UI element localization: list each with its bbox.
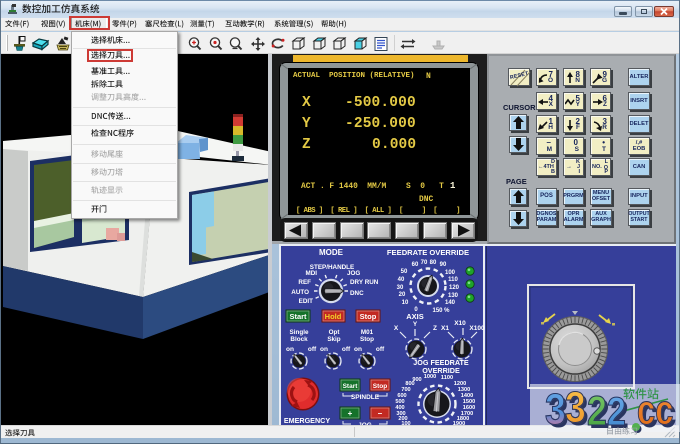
svg-text:MODE: MODE: [319, 248, 344, 257]
svg-text:on: on: [354, 346, 362, 353]
svg-text:Z: Z: [433, 325, 437, 332]
svg-text:FEEDRATE OVERRIDE: FEEDRATE OVERRIDE: [387, 248, 469, 257]
svg-text:Stop: Stop: [360, 336, 374, 343]
svg-text:Start: Start: [343, 383, 359, 390]
svg-text:60: 60: [412, 262, 419, 268]
svg-text:150 %: 150 %: [432, 308, 450, 314]
svg-text:40: 40: [398, 277, 405, 283]
svg-text:M01: M01: [361, 329, 374, 336]
svg-text:AXIS: AXIS: [406, 312, 424, 321]
svg-text:AUTO: AUTO: [291, 289, 309, 296]
svg-text:MDI: MDI: [305, 270, 317, 277]
svg-text:X10: X10: [454, 320, 466, 327]
svg-text:on: on: [320, 346, 328, 353]
svg-text:130: 130: [448, 293, 459, 299]
svg-text:SPINDLE: SPINDLE: [351, 394, 380, 401]
svg-text:50: 50: [401, 269, 408, 275]
svg-text:EDIT: EDIT: [299, 298, 313, 305]
svg-text:Stop: Stop: [360, 312, 377, 321]
svg-text:–: –: [378, 409, 383, 418]
svg-text:off: off: [308, 346, 317, 353]
svg-text:1000: 1000: [424, 374, 436, 380]
svg-text:140: 140: [445, 300, 456, 306]
svg-text:80: 80: [430, 260, 437, 266]
svg-text:Block: Block: [290, 336, 308, 343]
svg-text:Y: Y: [413, 321, 418, 328]
svg-text:10: 10: [402, 300, 409, 306]
svg-text:DNC: DNC: [350, 290, 364, 297]
svg-text:X: X: [394, 325, 399, 332]
svg-text:Opt: Opt: [329, 329, 341, 336]
svg-text:1100: 1100: [441, 375, 453, 381]
svg-text:100: 100: [445, 270, 456, 276]
svg-text:X1: X1: [441, 325, 449, 332]
svg-text:Stop: Stop: [373, 383, 387, 390]
svg-text:30: 30: [397, 285, 404, 291]
svg-text:JOG: JOG: [347, 270, 360, 277]
svg-text:on: on: [286, 346, 294, 353]
svg-text:DRY RUN: DRY RUN: [350, 279, 379, 286]
svg-text:Start: Start: [289, 312, 307, 321]
svg-text:20: 20: [399, 292, 406, 298]
svg-text:Hold: Hold: [325, 312, 342, 321]
svg-text:120: 120: [449, 285, 460, 291]
svg-text:70: 70: [421, 260, 428, 266]
svg-text:REF: REF: [298, 279, 311, 286]
svg-text:EMERGENCY: EMERGENCY: [284, 416, 331, 425]
svg-text:Single: Single: [290, 329, 309, 336]
svg-text:Skip: Skip: [327, 336, 340, 343]
svg-text:off: off: [342, 346, 351, 353]
svg-text:+: +: [348, 409, 353, 418]
svg-text:90: 90: [440, 262, 447, 268]
svg-text:X100: X100: [469, 325, 485, 332]
svg-text:off: off: [376, 346, 385, 353]
svg-text:110: 110: [448, 277, 458, 283]
